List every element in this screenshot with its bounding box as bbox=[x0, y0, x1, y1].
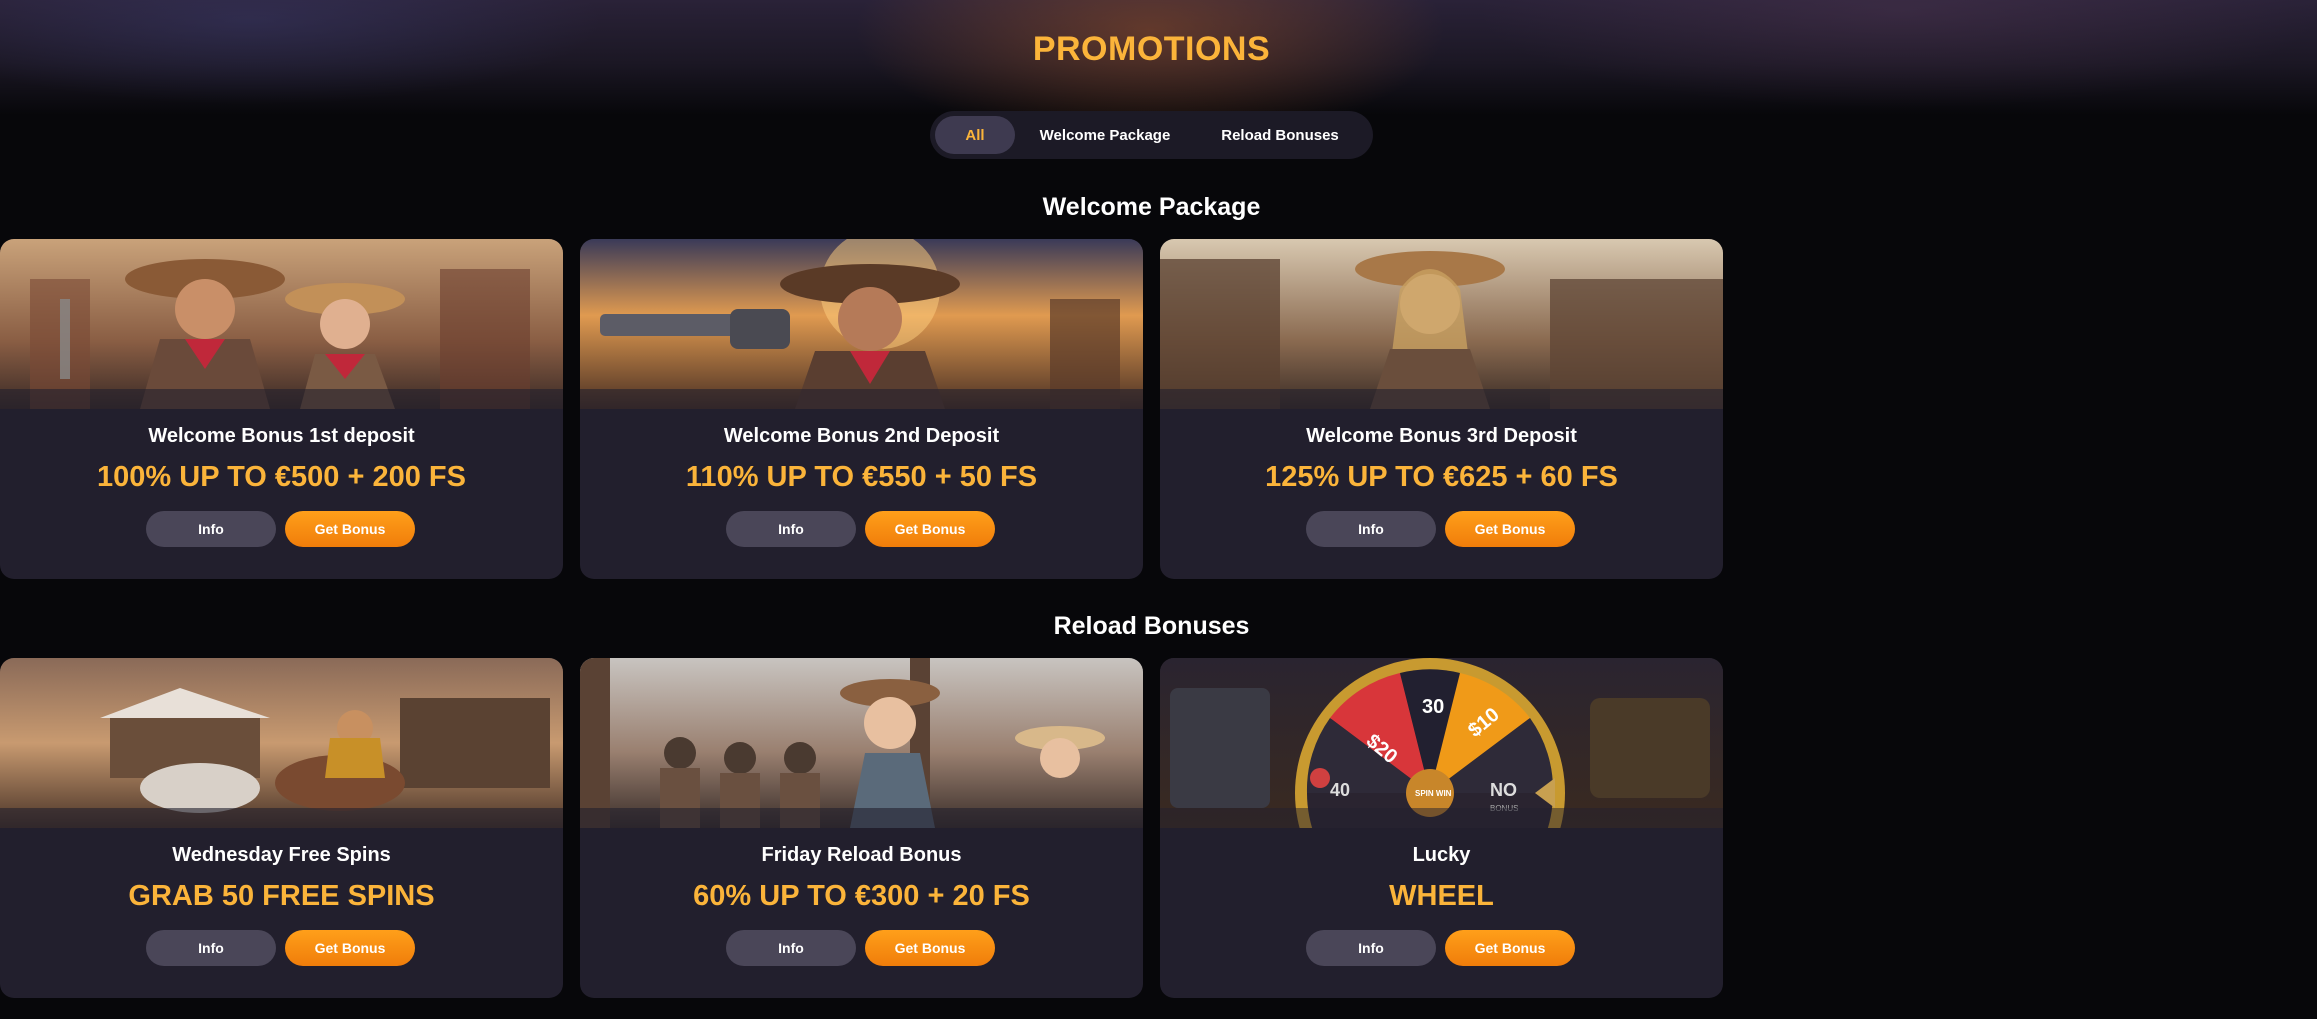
tab-welcome-package[interactable]: Welcome Package bbox=[1015, 116, 1195, 154]
promo-name: Welcome Bonus 2nd Deposit bbox=[723, 425, 1000, 447]
wheel-segment-30: 30 bbox=[1422, 696, 1444, 718]
promo-tabs: All Welcome Package Reload Bonuses bbox=[930, 111, 1373, 159]
promo-offer: GRAB 50 FREE SPINS bbox=[128, 880, 435, 912]
get-bonus-button[interactable]: Get Bonus bbox=[285, 930, 415, 966]
info-button[interactable]: Info bbox=[146, 930, 276, 966]
info-button[interactable]: Info bbox=[1306, 511, 1436, 547]
promo-card: $20 30 $10 NO 40 BONUS SPIN WIN Lucky WH… bbox=[1160, 658, 1723, 998]
wheel-segment-no: NO bbox=[1490, 780, 1517, 800]
promo-offer: 125% UP TO €625 + 60 FS bbox=[1265, 461, 1618, 493]
get-bonus-button[interactable]: Get Bonus bbox=[1445, 511, 1575, 547]
promo-name: Friday Reload Bonus bbox=[761, 844, 962, 866]
tab-all[interactable]: All bbox=[935, 116, 1015, 154]
promo-offer: 60% UP TO €300 + 20 FS bbox=[693, 880, 1030, 912]
cowboys-horses-image bbox=[0, 658, 563, 828]
promo-card: Welcome Bonus 3rd Deposit 125% UP TO €62… bbox=[1160, 239, 1723, 579]
info-button[interactable]: Info bbox=[146, 511, 276, 547]
lucky-wheel-image: $20 30 $10 NO 40 BONUS SPIN WIN bbox=[1160, 658, 1723, 828]
promo-card: Welcome Bonus 1st deposit 100% UP TO €50… bbox=[0, 239, 563, 579]
section-title-reload-bonuses: Reload Bonuses bbox=[1053, 612, 1250, 640]
cowboy-revolver-image bbox=[580, 239, 1143, 409]
info-button[interactable]: Info bbox=[726, 930, 856, 966]
promo-offer: 100% UP TO €500 + 200 FS bbox=[97, 461, 466, 493]
promo-name: Welcome Bonus 1st deposit bbox=[148, 425, 415, 447]
promo-offer: WHEEL bbox=[1389, 880, 1494, 912]
promo-name: Wednesday Free Spins bbox=[172, 844, 391, 866]
promo-offer: 110% UP TO €550 + 50 FS bbox=[685, 461, 1038, 493]
cowboy-duo-image bbox=[0, 239, 563, 409]
promo-card: Welcome Bonus 2nd Deposit 110% UP TO €55… bbox=[580, 239, 1143, 579]
promo-card: Wednesday Free Spins GRAB 50 FREE SPINS … bbox=[0, 658, 563, 998]
promo-name: Welcome Bonus 3rd Deposit bbox=[1306, 425, 1577, 447]
wheel-spin-win: SPIN WIN bbox=[1415, 789, 1452, 798]
wheel-segment-40: 40 bbox=[1330, 780, 1350, 800]
get-bonus-button[interactable]: Get Bonus bbox=[285, 511, 415, 547]
section-title-welcome-package: Welcome Package bbox=[1042, 193, 1261, 221]
page-title: PROMOTIONS bbox=[1032, 30, 1271, 68]
get-bonus-button[interactable]: Get Bonus bbox=[1445, 930, 1575, 966]
get-bonus-button[interactable]: Get Bonus bbox=[865, 511, 995, 547]
saloon-crowd-image bbox=[580, 658, 1143, 828]
tab-reload-bonuses[interactable]: Reload Bonuses bbox=[1195, 116, 1365, 154]
get-bonus-button[interactable]: Get Bonus bbox=[865, 930, 995, 966]
info-button[interactable]: Info bbox=[726, 511, 856, 547]
promo-card: Friday Reload Bonus 60% UP TO €300 + 20 … bbox=[580, 658, 1143, 998]
info-button[interactable]: Info bbox=[1306, 930, 1436, 966]
cowgirl-town-image bbox=[1160, 239, 1723, 409]
promo-name: Lucky bbox=[1412, 844, 1471, 866]
